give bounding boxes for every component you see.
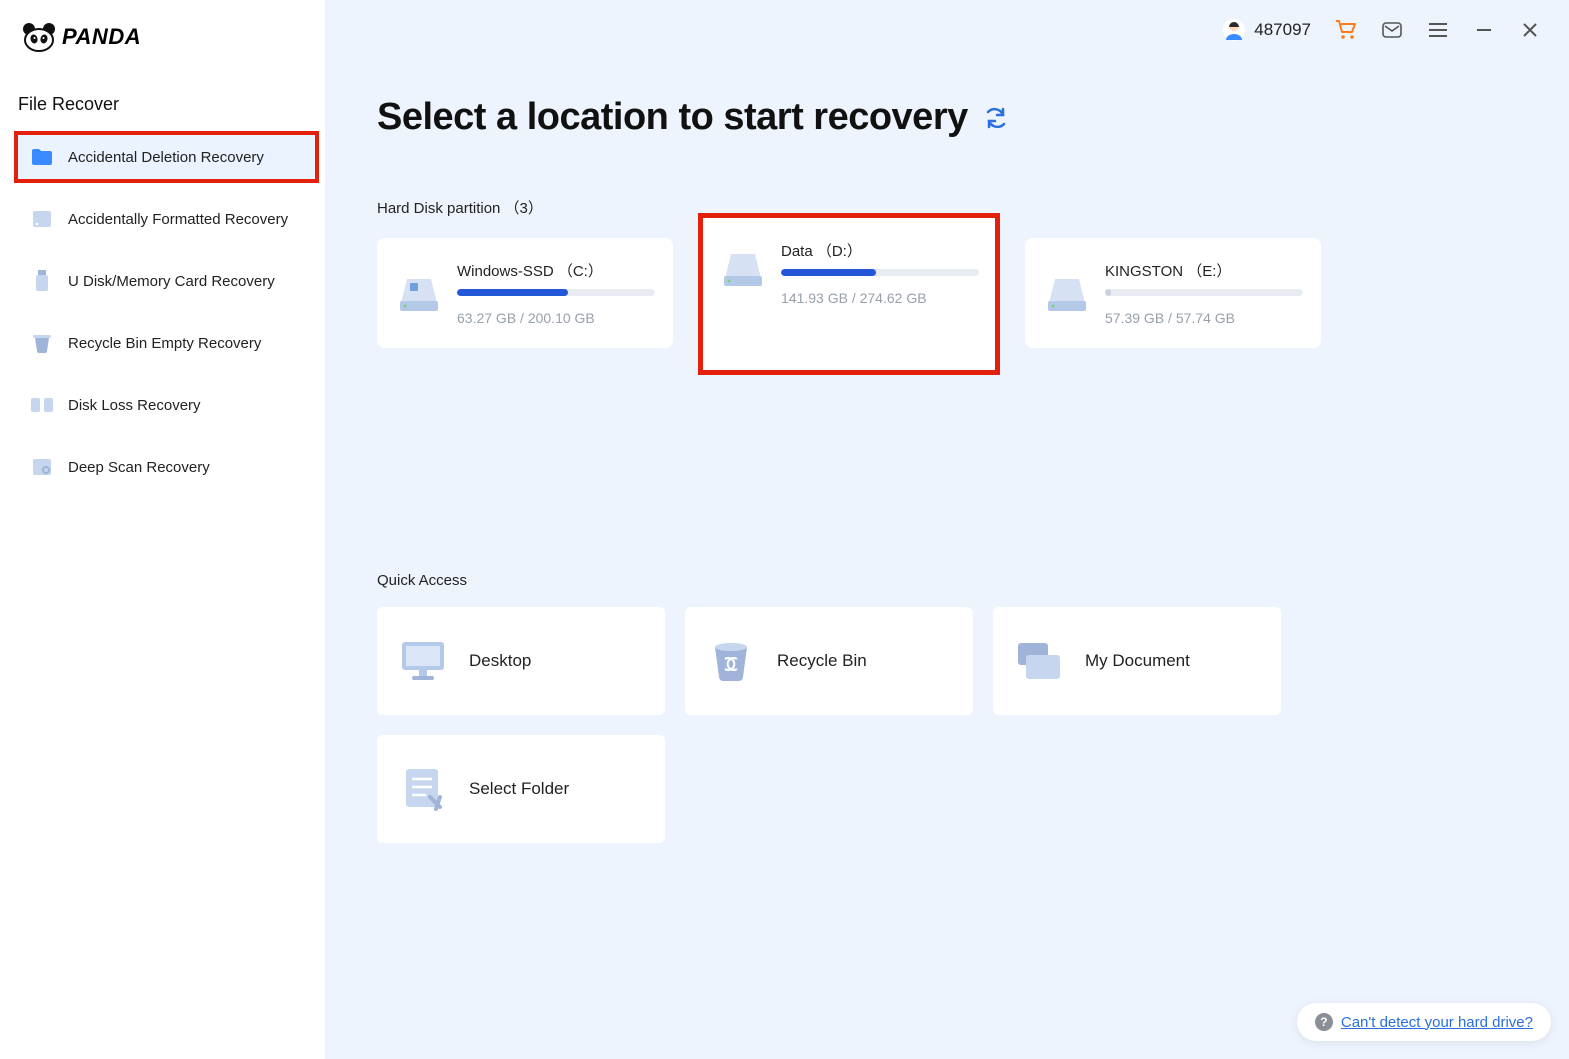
quick-access-recycle[interactable]: Recycle Bin: [685, 607, 973, 715]
drive-name: Data （D:）: [781, 240, 979, 261]
scan-icon: [30, 455, 54, 479]
bin-icon: [30, 331, 54, 355]
close-icon[interactable]: [1519, 19, 1541, 41]
quick-access-documents[interactable]: My Document: [993, 607, 1281, 715]
sidebar-item-formatted[interactable]: Accidentally Formatted Recovery: [0, 193, 325, 245]
drive-icon: [395, 269, 443, 317]
sidebar-item-label: Accidental Deletion Recovery: [68, 149, 264, 166]
sidebar-item-label: Accidentally Formatted Recovery: [68, 211, 288, 228]
drive-name: Windows-SSD （C:）: [457, 260, 655, 281]
drive-name: KINGSTON （E:）: [1105, 260, 1303, 281]
sidebar-section-title: File Recover: [0, 80, 325, 125]
drive-icon: [719, 244, 767, 292]
sidebar-item-label: Deep Scan Recovery: [68, 459, 210, 476]
sidebar-item-label: Disk Loss Recovery: [68, 397, 201, 414]
drive-stats: 63.27 GB / 200.10 GB: [457, 310, 655, 326]
drive-stats: 141.93 GB / 274.62 GB: [781, 290, 979, 306]
help-chip[interactable]: ? Can't detect your hard drive?: [1297, 1003, 1551, 1041]
documents-icon: [1015, 637, 1063, 685]
mail-icon[interactable]: [1381, 19, 1403, 41]
main-panel: 487097 Select a location to start recove…: [325, 0, 1569, 1059]
folder-icon: [30, 145, 54, 169]
quick-access-row: Desktop Recycle Bin My Document Select F…: [377, 607, 1517, 843]
sidebar-item-deep-scan[interactable]: Deep Scan Recovery: [0, 441, 325, 493]
sidebar: PANDA File Recover Accidental Deletion R…: [0, 0, 325, 1059]
partition-card-d[interactable]: Data （D:） 141.93 GB / 274.62 GB: [701, 216, 997, 372]
avatar-icon: [1222, 18, 1246, 42]
help-icon: ?: [1315, 1013, 1333, 1031]
quick-access-select-folder[interactable]: Select Folder: [377, 735, 665, 843]
drive-usage-bar: [457, 289, 655, 296]
sidebar-item-accidental-deletion[interactable]: Accidental Deletion Recovery: [14, 131, 319, 183]
desktop-icon: [399, 637, 447, 685]
usb-icon: [30, 269, 54, 293]
quick-access-label: Quick Access: [377, 572, 1517, 589]
drive-usage-bar: [1105, 289, 1303, 296]
partitions-row: Windows-SSD （C:） 63.27 GB / 200.10 GB Da…: [377, 238, 1517, 372]
book-icon: [30, 393, 54, 417]
panda-icon: [22, 22, 56, 52]
help-link[interactable]: Can't detect your hard drive?: [1341, 1014, 1533, 1031]
partition-card-c[interactable]: Windows-SSD （C:） 63.27 GB / 200.10 GB: [377, 238, 673, 348]
drive-small-icon: [30, 207, 54, 231]
sidebar-item-udisk[interactable]: U Disk/Memory Card Recovery: [0, 255, 325, 307]
drive-stats: 57.39 GB / 57.74 GB: [1105, 310, 1303, 326]
quick-access-label-text: My Document: [1085, 651, 1190, 671]
cart-icon[interactable]: [1335, 19, 1357, 41]
sidebar-item-disk-loss[interactable]: Disk Loss Recovery: [0, 379, 325, 431]
sidebar-item-label: U Disk/Memory Card Recovery: [68, 273, 275, 290]
refresh-icon: [984, 106, 1008, 130]
brand-name: PANDA: [62, 24, 141, 50]
page-title: Select a location to start recovery: [377, 96, 968, 139]
refresh-button[interactable]: [984, 104, 1012, 132]
sidebar-item-label: Recycle Bin Empty Recovery: [68, 335, 261, 352]
quick-access-desktop[interactable]: Desktop: [377, 607, 665, 715]
partitions-label: Hard Disk partition （3）: [377, 197, 1517, 218]
user-chip[interactable]: 487097: [1222, 18, 1311, 42]
user-id: 487097: [1254, 20, 1311, 40]
quick-access-label-text: Desktop: [469, 651, 531, 671]
recycle-icon: [707, 637, 755, 685]
select-folder-icon: [399, 765, 447, 813]
app-logo: PANDA: [0, 14, 325, 80]
titlebar: 487097: [1222, 18, 1541, 42]
quick-access-label-text: Select Folder: [469, 779, 569, 799]
menu-icon[interactable]: [1427, 19, 1449, 41]
quick-access-label-text: Recycle Bin: [777, 651, 867, 671]
drive-icon: [1043, 269, 1091, 317]
minimize-icon[interactable]: [1473, 19, 1495, 41]
sidebar-item-recycle-empty[interactable]: Recycle Bin Empty Recovery: [0, 317, 325, 369]
drive-usage-bar: [781, 269, 979, 276]
partition-card-e[interactable]: KINGSTON （E:） 57.39 GB / 57.74 GB: [1025, 238, 1321, 348]
